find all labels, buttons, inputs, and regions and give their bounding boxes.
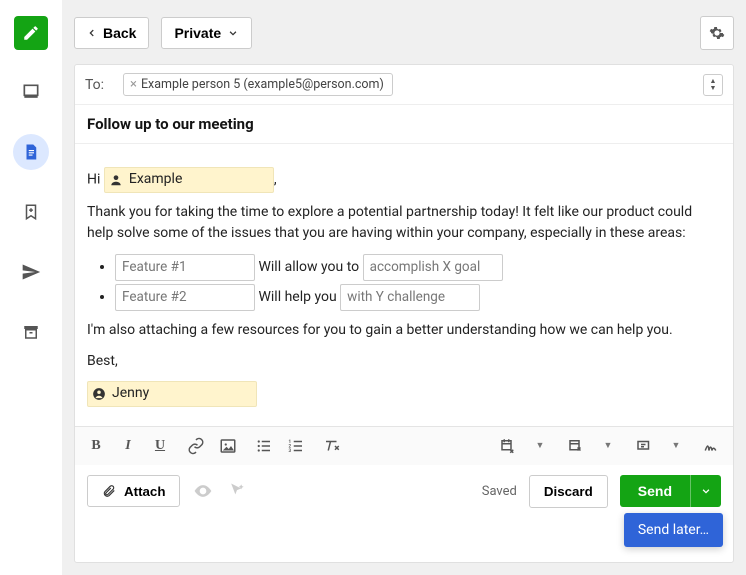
signature-text: Jenny [112, 383, 149, 405]
body-paragraph-2: I'm also attaching a few resources for y… [87, 320, 721, 342]
calendar-link-icon [499, 437, 517, 455]
top-toolbar: Back Private [74, 16, 734, 50]
sidebar-inbox[interactable] [13, 74, 49, 110]
unordered-list-button[interactable] [253, 435, 275, 457]
ordered-list-button[interactable]: 123 [285, 435, 307, 457]
recipient-chip[interactable]: × Example person 5 (example5@person.com) [123, 73, 393, 96]
main-panel: Back Private To: × Example person 5 (exa… [62, 0, 746, 575]
document-icon [22, 143, 40, 161]
person-icon [109, 173, 123, 187]
clear-format-icon [323, 437, 341, 455]
privacy-button[interactable]: Private [161, 17, 252, 49]
feature-field[interactable]: Feature #2 [115, 284, 255, 311]
compose-button[interactable] [14, 16, 48, 50]
list-item: Feature #1 Will allow you to accomplish … [115, 254, 721, 281]
attach-label: Attach [124, 484, 165, 499]
activity-caret[interactable]: ▼ [597, 435, 619, 457]
to-label: To: [85, 77, 113, 93]
send-label: Send [638, 483, 672, 499]
tracking-button[interactable] [192, 480, 214, 502]
signature-icon [702, 437, 722, 455]
image-icon [219, 437, 237, 455]
pencil-icon [22, 24, 40, 42]
send-options-button[interactable] [690, 475, 721, 507]
signoff: Best, [87, 351, 721, 373]
remove-recipient-icon[interactable]: × [130, 77, 137, 92]
feature-list: Feature #1 Will allow you to accomplish … [115, 254, 721, 311]
subject-field[interactable]: Follow up to our meeting [75, 105, 733, 144]
sidebar-bookmark[interactable] [13, 194, 49, 230]
goal-field[interactable]: accomplish X goal [363, 254, 503, 281]
expand-recipients-button[interactable]: ▲ ▼ [703, 74, 723, 96]
signature-button[interactable] [701, 435, 723, 457]
recipient-token-text: Example [129, 169, 182, 191]
link-icon [187, 437, 205, 455]
sidebar-sent[interactable] [13, 254, 49, 290]
account-icon [92, 387, 106, 401]
quote-icon [635, 437, 653, 455]
paperclip-icon [102, 483, 116, 499]
chevron-down-icon [227, 28, 239, 38]
number-list-icon: 123 [287, 437, 305, 455]
format-toolbar: B I U 123 [75, 426, 733, 465]
screen-icon [21, 82, 41, 102]
link-button[interactable] [185, 435, 207, 457]
italic-button[interactable]: I [117, 435, 139, 457]
bold-button[interactable]: B [85, 435, 107, 457]
greeting-prefix: Hi [87, 172, 100, 188]
subject-text: Follow up to our meeting [87, 115, 254, 133]
quote-caret[interactable]: ▼ [665, 435, 687, 457]
feature-field[interactable]: Feature #1 [115, 254, 255, 281]
svg-text:3: 3 [289, 448, 292, 454]
archive-icon [22, 323, 40, 341]
paper-plane-icon [21, 262, 41, 282]
discard-button[interactable]: Discard [529, 475, 608, 508]
link-tracking-button[interactable] [226, 480, 248, 502]
bookmark-plus-icon [22, 203, 40, 221]
body-paragraph-1: Thank you for taking the time to explore… [87, 202, 721, 245]
recipient-name-token[interactable]: Example [104, 167, 274, 193]
recipient-text: Example person 5 (example5@person.com) [141, 77, 384, 92]
sidebar-archive[interactable] [13, 314, 49, 350]
bullet-mid: Will help you [258, 289, 336, 305]
activity-button[interactable] [565, 435, 587, 457]
bottom-toolbar: Attach Saved Discard Send [75, 465, 733, 518]
privacy-label: Private [174, 25, 221, 41]
image-button[interactable] [217, 435, 239, 457]
settings-button[interactable] [700, 16, 734, 50]
activity-icon [567, 437, 585, 455]
underline-button[interactable]: U [149, 435, 171, 457]
send-button[interactable]: Send [620, 475, 690, 507]
clear-format-button[interactable] [321, 435, 343, 457]
discard-label: Discard [544, 484, 593, 499]
gear-icon [709, 25, 725, 41]
chevron-left-icon [87, 27, 97, 39]
saved-status: Saved [482, 484, 517, 499]
sidebar-templates[interactable] [13, 134, 49, 170]
bullet-list-icon [255, 437, 273, 455]
quote-button[interactable] [633, 435, 655, 457]
cursor-sparkle-icon [227, 481, 247, 501]
attach-button[interactable]: Attach [87, 475, 180, 507]
bullet-mid: Will allow you to [258, 259, 359, 275]
calendar-link-caret[interactable]: ▼ [529, 435, 551, 457]
email-composer: To: × Example person 5 (example5@person.… [74, 64, 734, 563]
chevron-down-icon: ▼ [710, 85, 717, 92]
eye-icon [193, 481, 213, 501]
left-sidebar [0, 0, 62, 575]
back-label: Back [103, 25, 136, 41]
email-body[interactable]: Hi Example , Thank you for taking the ti… [75, 144, 733, 426]
list-item: Feature #2 Will help you with Y challeng… [115, 284, 721, 311]
send-later-label: Send later… [638, 522, 709, 538]
to-field-row: To: × Example person 5 (example5@person.… [75, 65, 733, 105]
back-button[interactable]: Back [74, 17, 149, 49]
goal-field[interactable]: with Y challenge [340, 284, 480, 311]
calendar-link-button[interactable] [497, 435, 519, 457]
send-later-option[interactable]: Send later… [624, 513, 723, 547]
signature-token[interactable]: Jenny [87, 381, 257, 407]
chevron-down-icon [701, 486, 711, 496]
